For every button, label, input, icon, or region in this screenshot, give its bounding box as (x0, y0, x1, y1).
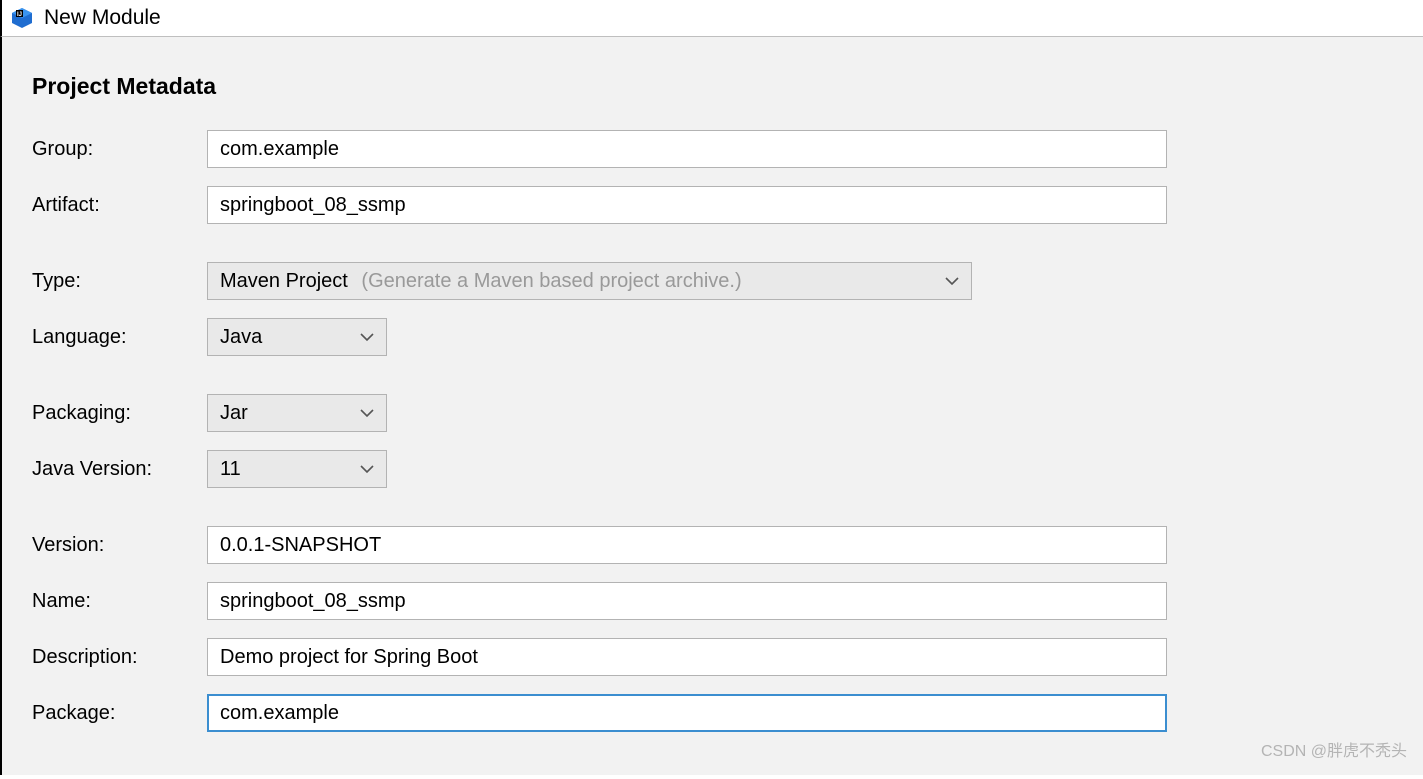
label-package: Package: (32, 702, 207, 725)
row-package: Package: (32, 694, 1393, 732)
label-packaging: Packaging: (32, 402, 207, 425)
section-title: Project Metadata (32, 73, 1393, 100)
language-select[interactable]: Java (207, 318, 387, 356)
description-input[interactable] (207, 638, 1167, 676)
packaging-select[interactable]: Jar (207, 394, 387, 432)
label-version: Version: (32, 534, 207, 557)
label-group: Group: (32, 138, 207, 161)
row-version: Version: (32, 526, 1393, 564)
packaging-value: Jar (220, 402, 340, 425)
type-value-text: Maven Project (220, 270, 348, 292)
label-artifact: Artifact: (32, 194, 207, 217)
chevron-down-icon (340, 408, 374, 418)
label-language: Language: (32, 326, 207, 349)
row-type: Type: Maven Project (Generate a Maven ba… (32, 262, 1393, 300)
type-hint: (Generate a Maven based project archive.… (361, 270, 741, 292)
type-value: Maven Project (Generate a Maven based pr… (220, 270, 925, 293)
chevron-down-icon (340, 464, 374, 474)
row-artifact: Artifact: (32, 186, 1393, 224)
chevron-down-icon (340, 332, 374, 342)
java-version-select[interactable]: 11 (207, 450, 387, 488)
label-java-version: Java Version: (32, 458, 207, 481)
package-input[interactable] (207, 694, 1167, 732)
row-packaging: Packaging: Jar (32, 394, 1393, 432)
row-group: Group: (32, 130, 1393, 168)
type-select[interactable]: Maven Project (Generate a Maven based pr… (207, 262, 972, 300)
title-bar: IJ New Module (0, 0, 1423, 36)
chevron-down-icon (925, 276, 959, 286)
row-description: Description: (32, 638, 1393, 676)
name-input[interactable] (207, 582, 1167, 620)
version-input[interactable] (207, 526, 1167, 564)
label-name: Name: (32, 590, 207, 613)
java-version-value: 11 (220, 458, 340, 481)
svg-text:IJ: IJ (17, 12, 22, 18)
row-language: Language: Java (32, 318, 1393, 356)
artifact-input[interactable] (207, 186, 1167, 224)
intellij-icon: IJ (10, 6, 34, 30)
language-value: Java (220, 326, 340, 349)
row-java-version: Java Version: 11 (32, 450, 1393, 488)
row-name: Name: (32, 582, 1393, 620)
label-type: Type: (32, 270, 207, 293)
group-input[interactable] (207, 130, 1167, 168)
label-description: Description: (32, 646, 207, 669)
window-title: New Module (44, 6, 161, 30)
content-area: Project Metadata Group: Artifact: Type: … (0, 36, 1423, 775)
